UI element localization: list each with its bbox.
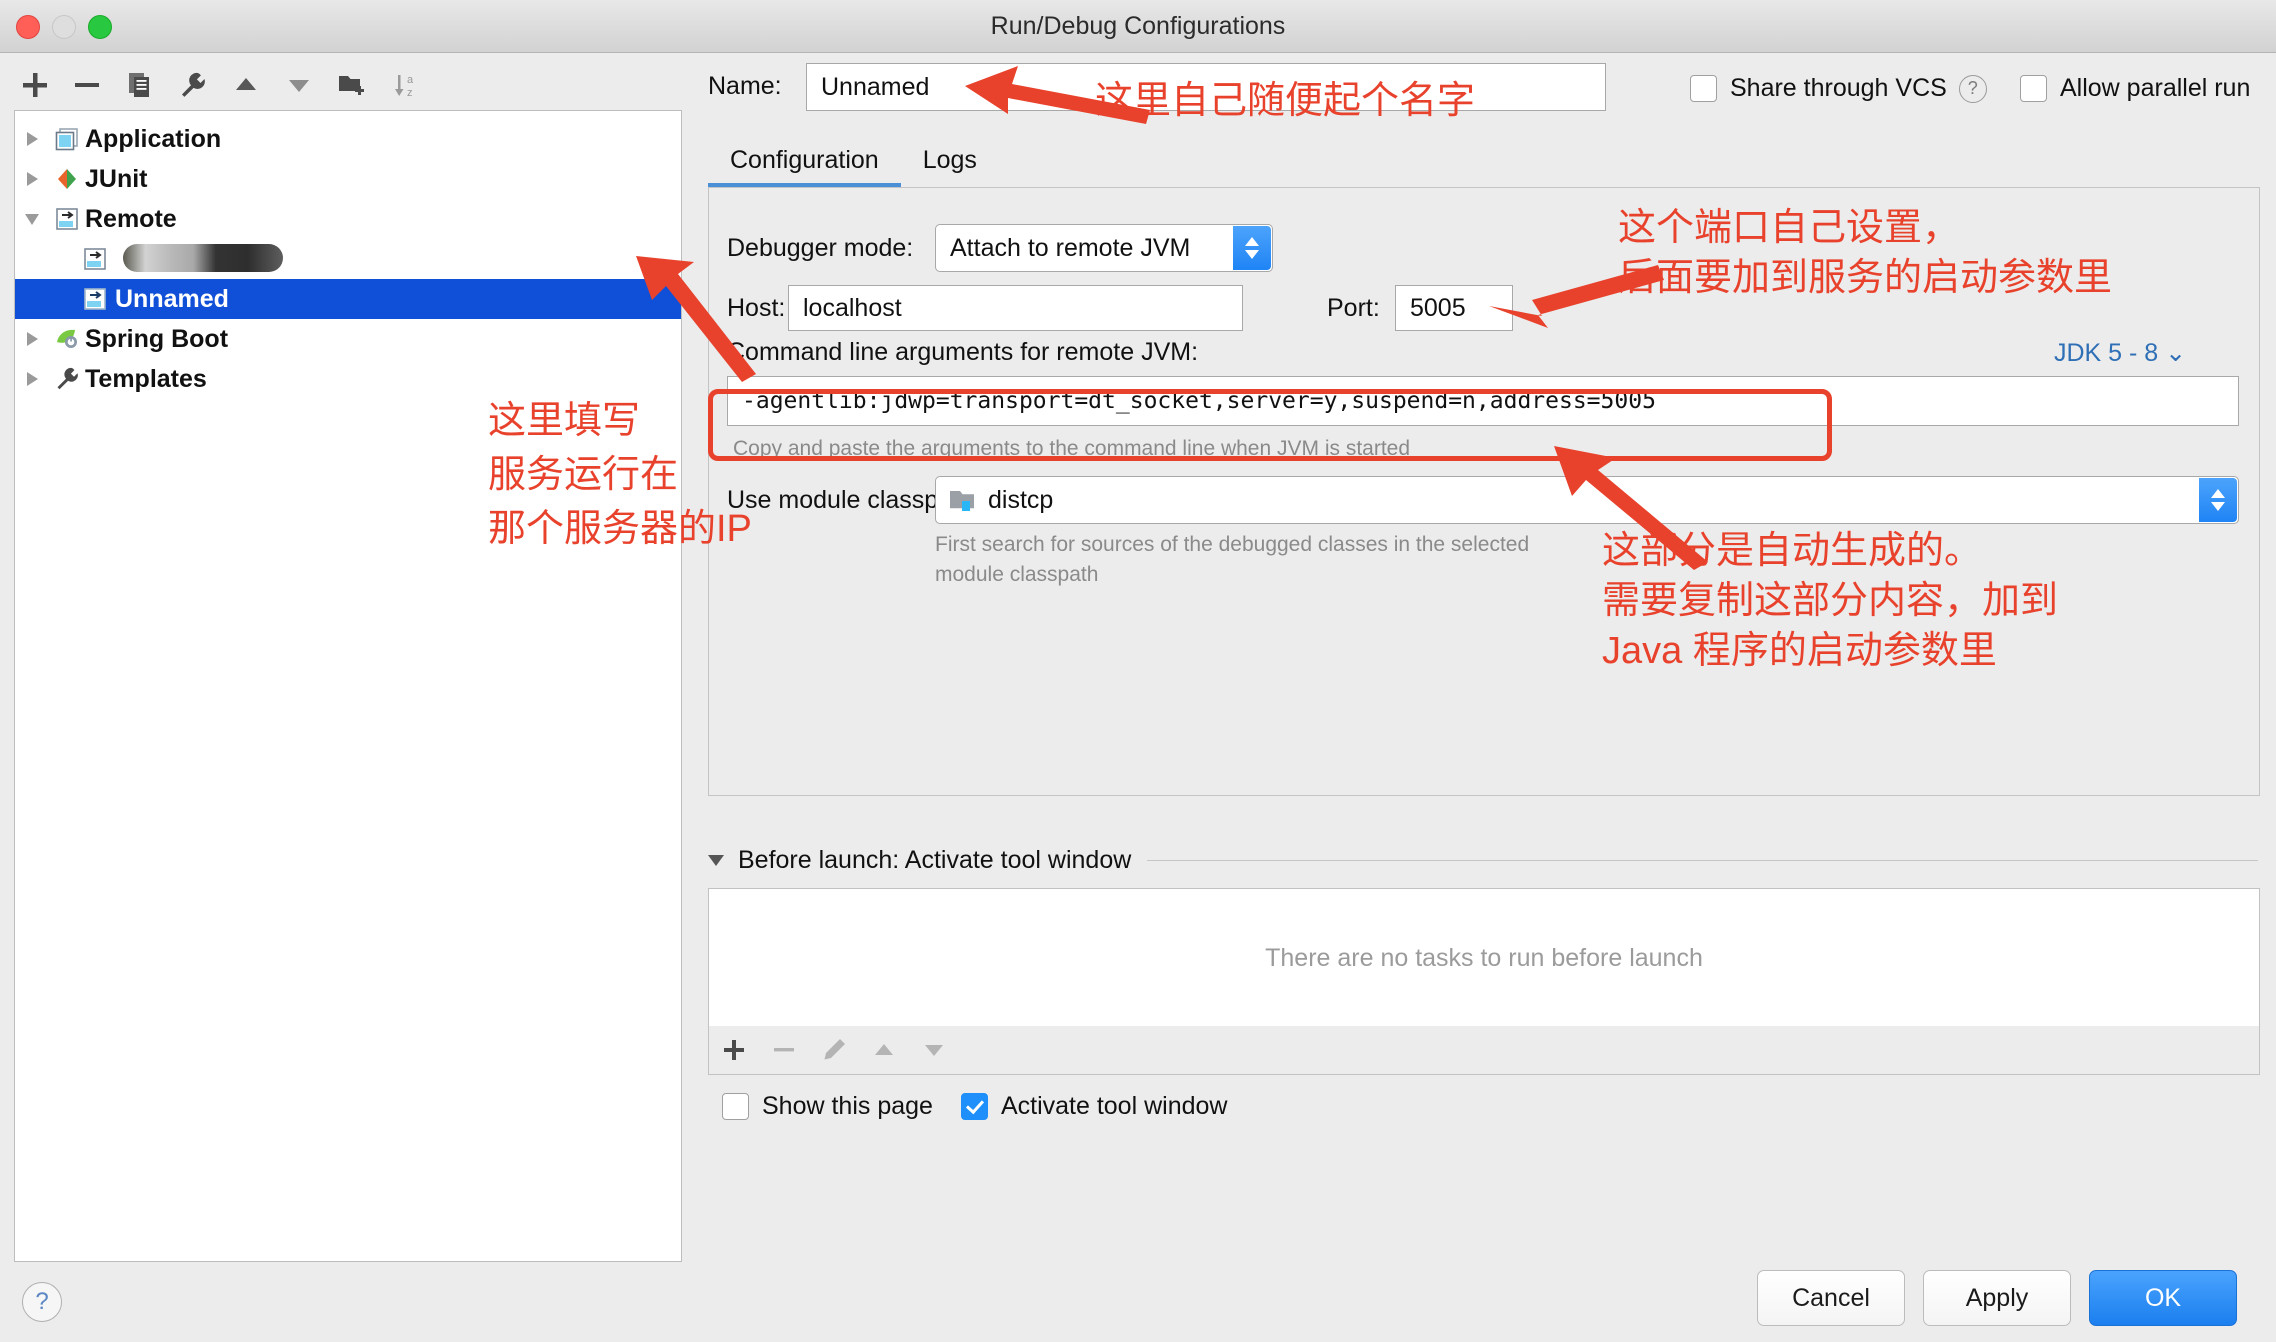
tree-item-application[interactable]: Application xyxy=(15,119,681,159)
copy-configuration-button[interactable] xyxy=(119,64,161,106)
remove-task-button[interactable] xyxy=(759,1026,809,1074)
port-label: Port: xyxy=(1327,294,1380,322)
before-launch-header[interactable]: Before launch: Activate tool window xyxy=(708,843,2258,877)
tree-item-label: Remote xyxy=(85,204,177,233)
expander-expanded-icon[interactable] xyxy=(15,213,49,225)
annotation-arrow-host xyxy=(636,256,756,382)
help-icon[interactable]: ? xyxy=(1958,74,1987,103)
before-launch-toolbar xyxy=(708,1026,2260,1075)
jdk-version-selector[interactable]: JDK 5 - 8 ⌄ xyxy=(2054,338,2186,368)
module-classpath-hint-line1: First search for sources of the debugged… xyxy=(935,533,1530,556)
allow-parallel-run-checkbox[interactable]: Allow parallel run xyxy=(2020,74,2250,103)
show-this-page-checkbox[interactable] xyxy=(722,1093,749,1120)
add-configuration-button[interactable] xyxy=(14,64,56,106)
move-task-up-button[interactable] xyxy=(859,1026,909,1074)
apply-button[interactable]: Apply xyxy=(1923,1270,2071,1326)
tree-item-label: Application xyxy=(85,124,222,153)
before-launch-empty-text: There are no tasks to run before launch xyxy=(1265,943,1703,972)
remote-icon xyxy=(49,206,85,232)
name-label: Name: xyxy=(708,72,782,100)
checkbox-box[interactable] xyxy=(1690,75,1717,102)
tree-item-redacted[interactable] xyxy=(15,239,681,279)
add-task-button[interactable] xyxy=(709,1026,759,1074)
remove-configuration-button[interactable] xyxy=(66,64,108,106)
tree-item-label: Templates xyxy=(85,364,207,393)
remote-icon xyxy=(77,286,113,312)
expander-collapsed-icon[interactable] xyxy=(15,132,49,146)
chevron-down-icon[interactable]: ⌄ xyxy=(2165,339,2186,367)
move-task-down-button[interactable] xyxy=(909,1026,959,1074)
cmdline-label: Command line arguments for remote JVM: xyxy=(727,338,1199,366)
expander-collapsed-icon[interactable] xyxy=(15,172,49,186)
allow-parallel-run-label: Allow parallel run xyxy=(2060,74,2251,102)
configurations-toolbar: a z xyxy=(14,60,674,110)
ok-button[interactable]: OK xyxy=(2089,1270,2237,1326)
configurations-tree[interactable]: Application JUnit Remote Unnamed Spring … xyxy=(14,110,682,1262)
move-down-button[interactable] xyxy=(278,64,320,106)
tree-item-templates[interactable]: Templates xyxy=(15,359,681,399)
before-launch-title: Before launch: Activate tool window xyxy=(738,845,1132,874)
share-through-vcs-checkbox[interactable]: Share through VCS ? xyxy=(1690,74,1987,103)
chevron-updown-icon[interactable] xyxy=(2199,478,2237,522)
tree-item-junit[interactable]: JUnit xyxy=(15,159,681,199)
spring-boot-icon xyxy=(49,326,85,352)
expander-collapsed-icon[interactable] xyxy=(15,332,49,346)
edit-task-button[interactable] xyxy=(809,1026,859,1074)
run-debug-configurations-dialog: Run/Debug Configurations a z Application… xyxy=(0,0,2276,1342)
before-launch-task-list[interactable]: There are no tasks to run before launch xyxy=(708,888,2260,1028)
debugger-mode-value: Attach to remote JVM xyxy=(950,233,1191,262)
module-classpath-value: distcp xyxy=(988,485,1054,514)
annotation-name-text: 这里自己随便起个名字 xyxy=(1095,80,1476,122)
annotation-cmd-line1: 这部分是自动生成的。 xyxy=(1602,530,1983,572)
activate-tool-window-label: Activate tool window xyxy=(1000,1092,1228,1120)
checkbox-box[interactable] xyxy=(2020,75,2047,102)
cancel-button[interactable]: Cancel xyxy=(1757,1270,1905,1326)
module-icon xyxy=(948,487,988,513)
title-bar: Run/Debug Configurations xyxy=(0,0,2276,53)
cmdline-arguments-input[interactable]: -agentlib:jdwp=transport=dt_socket,serve… xyxy=(727,376,2239,426)
window-title: Run/Debug Configurations xyxy=(990,12,1286,40)
junit-icon xyxy=(49,166,85,192)
bottom-checkbox-row: Show this page Activate tool window xyxy=(722,1092,1255,1121)
annotation-host-line3: 那个服务器的IP xyxy=(488,508,752,550)
chevron-updown-icon[interactable] xyxy=(1233,226,1271,270)
tree-item-remote[interactable]: Remote xyxy=(15,199,681,239)
move-up-button[interactable] xyxy=(225,64,267,106)
tree-item-spring-boot[interactable]: Spring Boot xyxy=(15,319,681,359)
wrench-icon xyxy=(49,366,85,392)
tab-configuration[interactable]: Configuration xyxy=(708,146,901,188)
activate-tool-window-checkbox[interactable] xyxy=(960,1093,988,1120)
create-folder-button[interactable] xyxy=(331,64,373,106)
edit-templates-button[interactable] xyxy=(172,64,214,106)
module-classpath-hint-line2: module classpath xyxy=(935,563,1099,586)
jdk-version-label: JDK 5 - 8 xyxy=(2054,339,2159,367)
tree-item-unnamed[interactable]: Unnamed xyxy=(15,279,681,319)
expander-collapsed-icon[interactable] xyxy=(15,372,49,386)
config-tabs: Configuration Logs xyxy=(708,135,2258,188)
caret-down-icon[interactable] xyxy=(708,854,724,866)
remote-icon xyxy=(77,246,113,272)
annotation-port-line2: 后面要加到服务的启动参数里 xyxy=(1618,257,2113,299)
tree-item-label: Spring Boot xyxy=(85,324,229,353)
header-divider xyxy=(1147,859,2258,861)
help-button[interactable]: ? xyxy=(22,1282,62,1322)
debugger-mode-select[interactable]: Attach to remote JVM xyxy=(935,224,1273,272)
redacted-configuration-name xyxy=(123,244,283,272)
annotation-host-line1: 这里填写 xyxy=(488,400,641,442)
cmdline-hint: Copy and paste the arguments to the comm… xyxy=(733,437,1411,460)
annotation-port-line1: 这个端口自己设置， xyxy=(1618,207,1961,249)
svg-text:z: z xyxy=(407,87,413,99)
share-through-vcs-label: Share through VCS xyxy=(1730,74,1947,102)
sort-alphabetically-button[interactable]: a z xyxy=(386,64,428,106)
tree-item-label: JUnit xyxy=(85,164,148,193)
annotation-host-line2: 服务运行在 xyxy=(488,454,679,496)
annotation-cmd-line3: Java 程序的启动参数里 xyxy=(1602,630,1997,672)
annotation-cmd-line2: 需要复制这部分内容，加到 xyxy=(1602,580,2059,622)
svg-text:a: a xyxy=(407,74,414,86)
tab-logs[interactable]: Logs xyxy=(901,146,999,187)
application-icon xyxy=(49,126,85,152)
host-input[interactable]: localhost xyxy=(788,285,1243,331)
show-this-page-label: Show this page xyxy=(762,1092,933,1120)
